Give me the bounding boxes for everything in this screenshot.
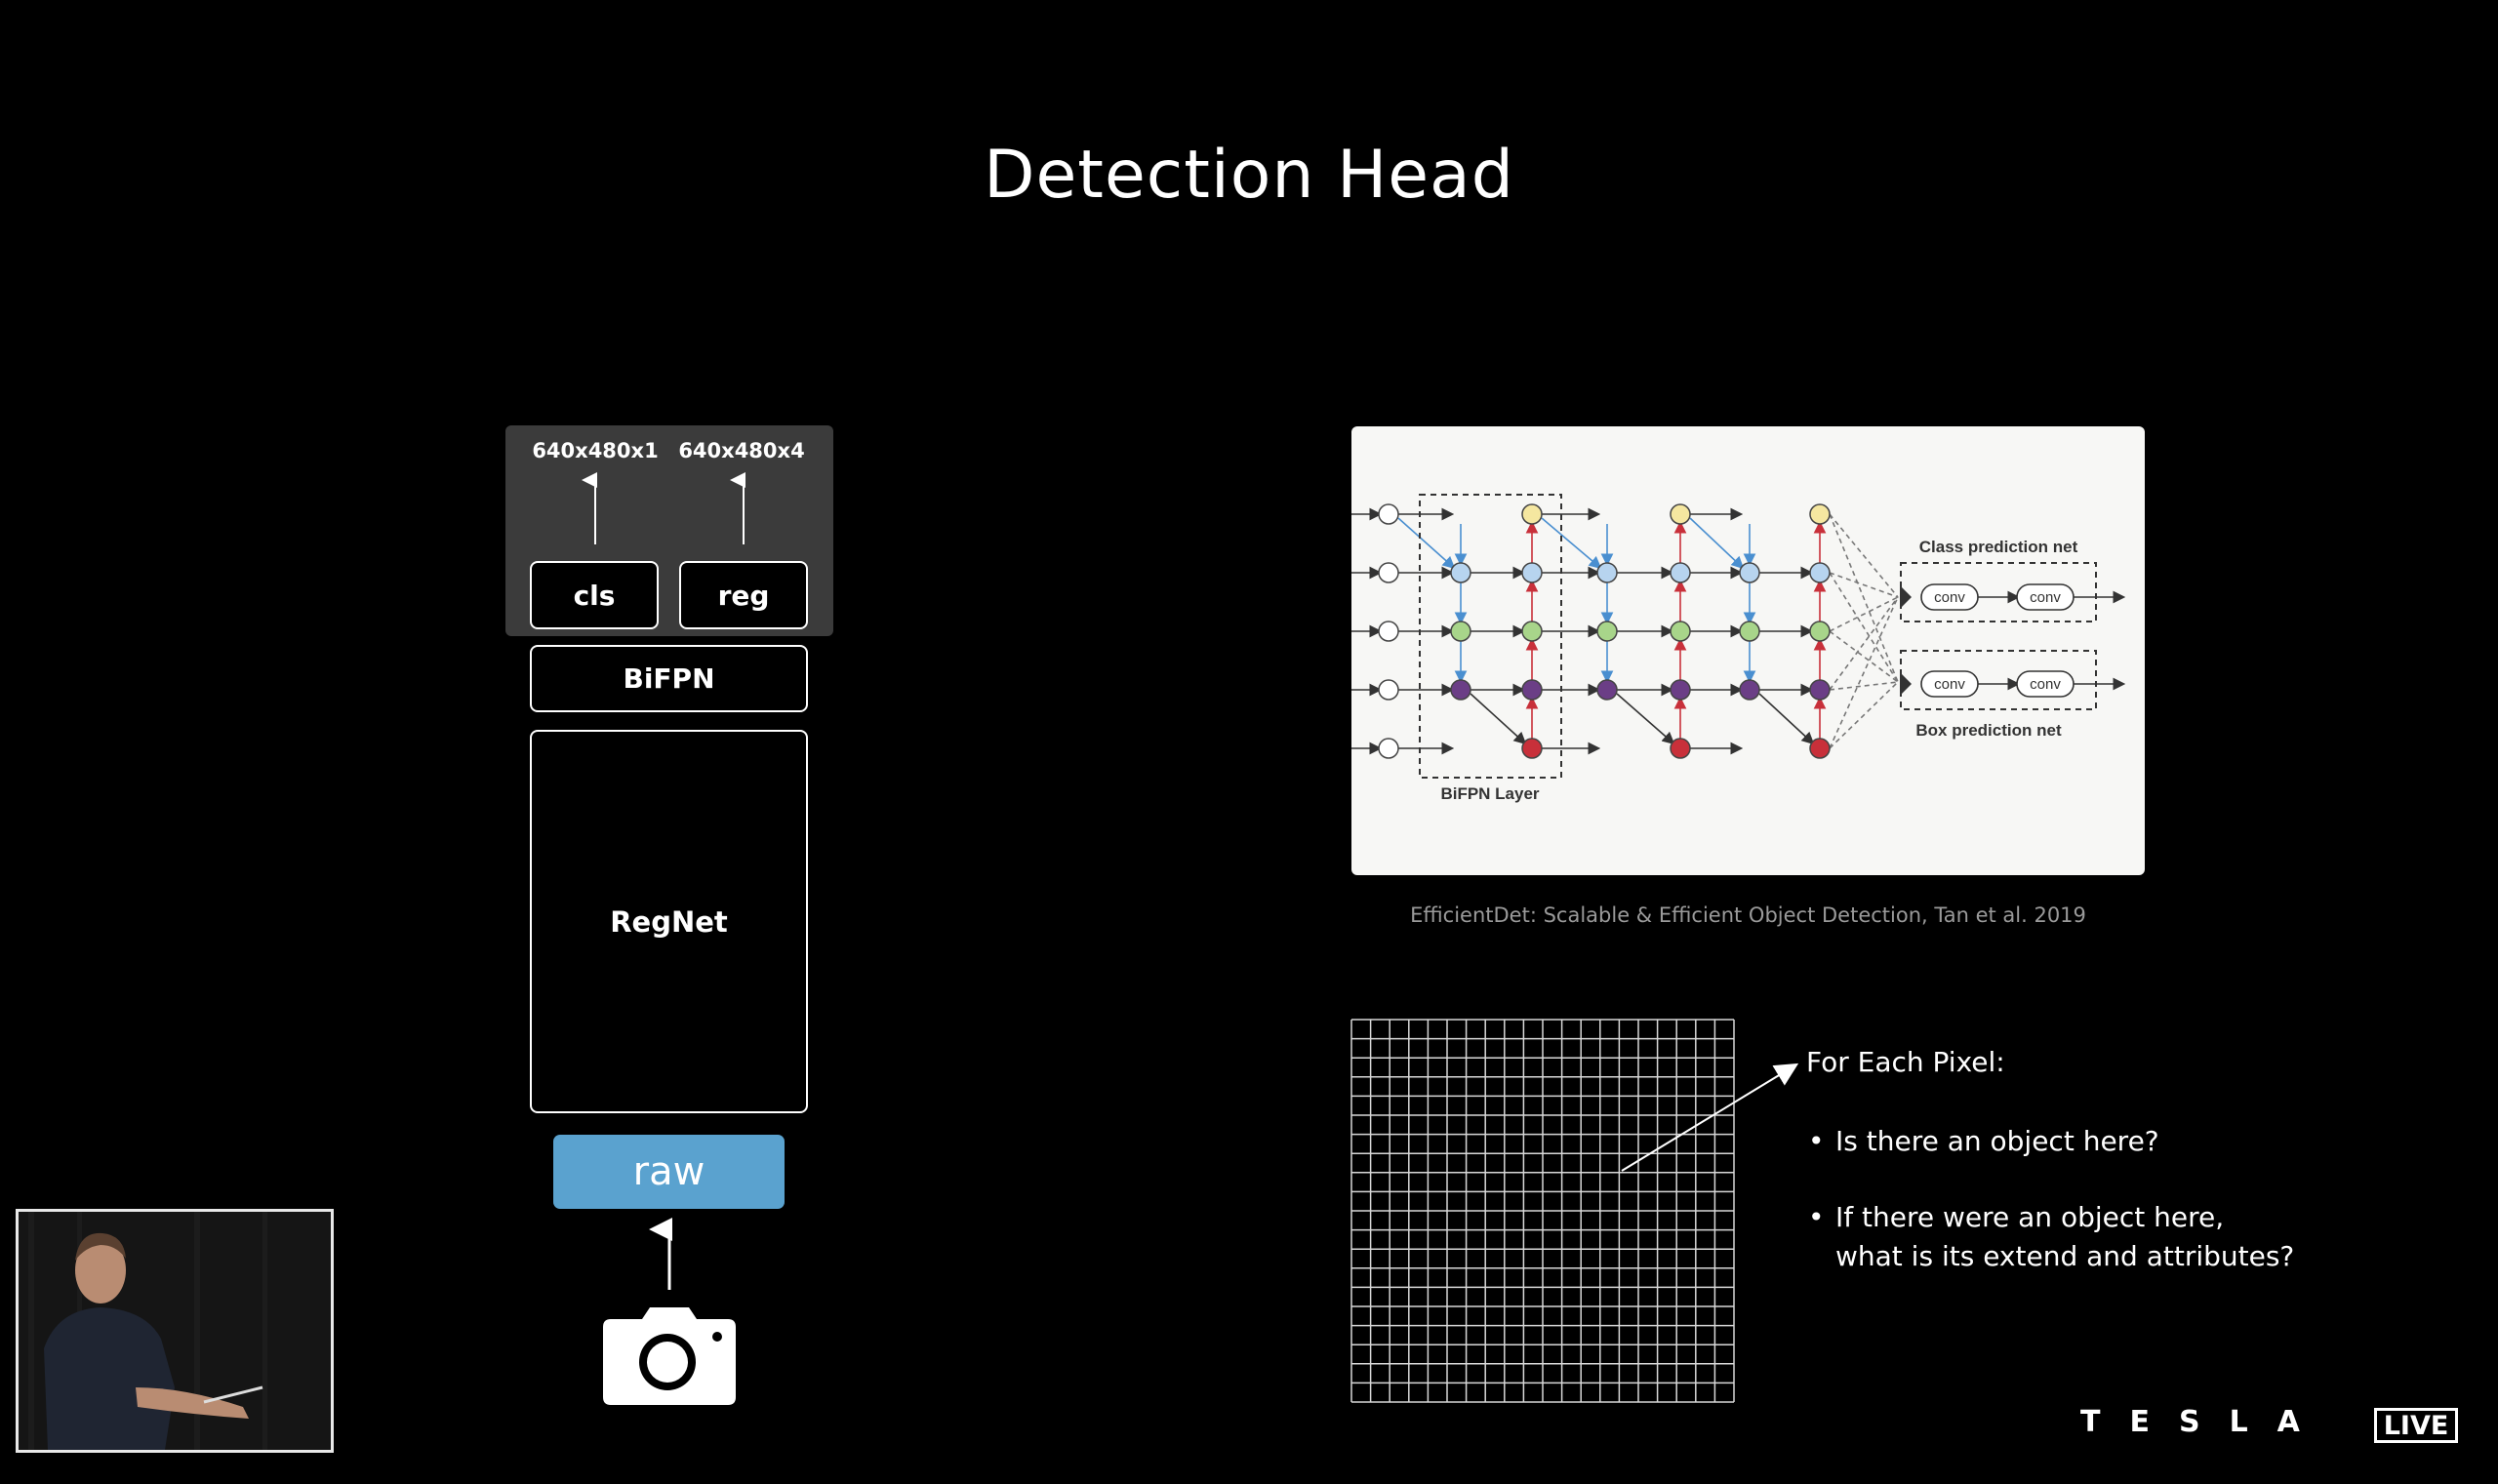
bullet-objectness: • Is there an object here? — [1808, 1122, 2159, 1161]
presenter-image — [19, 1212, 331, 1450]
bullet-attributes-line1: If there were an object here, — [1835, 1201, 2225, 1233]
bullet-dot: • — [1808, 1201, 1825, 1233]
bullet-attributes-line2: what is its extend and attributes? — [1835, 1240, 2295, 1272]
for-each-pixel-heading: For Each Pixel: — [1806, 1046, 2005, 1078]
live-badge: LIVE — [2374, 1408, 2458, 1443]
bullet-objectness-text: Is there an object here? — [1835, 1125, 2159, 1157]
presenter-webcam — [16, 1209, 334, 1453]
tesla-wordmark: TESLA — [2080, 1405, 2329, 1439]
bullet-dot: • — [1808, 1125, 1825, 1157]
bullet-attributes: • If there were an object here, what is i… — [1808, 1198, 2294, 1276]
